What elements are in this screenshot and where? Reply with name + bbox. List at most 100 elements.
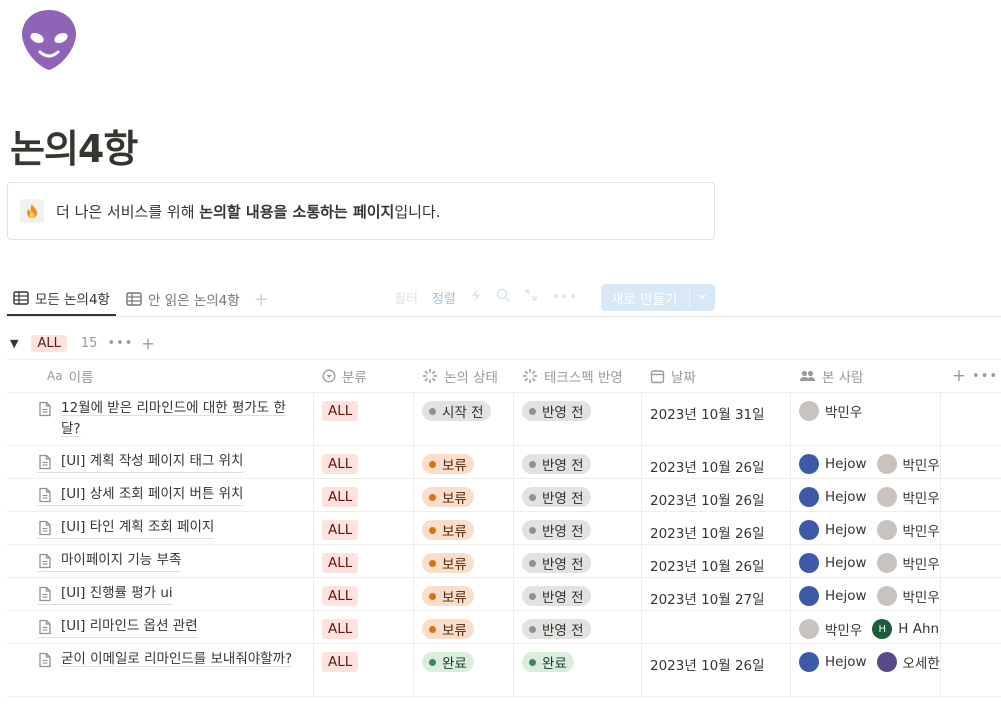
sort-button[interactable]: 정렬	[432, 288, 456, 307]
person-chip[interactable]: 박민우	[876, 553, 940, 573]
category-cell[interactable]: ALL	[314, 393, 414, 445]
page-link[interactable]: [UI] 진행률 평가 ui	[37, 583, 173, 605]
name-cell[interactable]: [UI] 계획 작성 페이지 태그 위치	[7, 446, 314, 478]
column-header-name[interactable]: Aa 이름	[7, 360, 314, 392]
tech-cell[interactable]: 반영 전	[514, 545, 642, 577]
group-label[interactable]: ALL	[31, 334, 67, 352]
seen-cell[interactable]: Hejow 오세한	[791, 644, 941, 696]
status-cell[interactable]: 보류	[414, 611, 514, 643]
tech-cell[interactable]: 반영 전	[514, 611, 642, 643]
category-cell[interactable]: ALL	[314, 545, 414, 577]
table-row[interactable]: 12월에 받은 리마인드에 대한 평가도 한 달? ALL 시작 전 반영 전 2023…	[7, 393, 1001, 446]
category-cell[interactable]: ALL	[314, 512, 414, 544]
name-cell[interactable]: 마이페이지 기능 부족	[7, 545, 314, 577]
category-cell[interactable]: ALL	[314, 611, 414, 643]
collapse-triangle-icon[interactable]: ▼	[10, 337, 18, 350]
group-more-icon[interactable]: •••	[107, 336, 133, 351]
tab-unread-discussions[interactable]: 안 읽은 논의4항	[120, 282, 246, 316]
status-cell[interactable]: 보류	[414, 545, 514, 577]
status-cell[interactable]: 보류	[414, 512, 514, 544]
person-chip[interactable]: Hejow	[799, 520, 867, 540]
category-cell[interactable]: ALL	[314, 479, 414, 511]
person-chip[interactable]: 박민우	[799, 619, 862, 639]
name-cell[interactable]: [UI] 타인 계획 조회 페이지	[7, 512, 314, 544]
category-cell[interactable]: ALL	[314, 578, 414, 610]
seen-cell[interactable]: Hejow 박민우	[791, 479, 941, 511]
table-row[interactable]: 마이페이지 기능 부족 ALL 보류 반영 전 2023년 10월 26일 Hejow 박민…	[7, 545, 1001, 578]
date-cell[interactable]: 2023년 10월 26일	[642, 479, 791, 511]
search-icon[interactable]	[496, 288, 510, 306]
person-chip[interactable]: Hejow	[799, 487, 867, 507]
table-row[interactable]: 굳이 이메일로 리마인드를 보내줘야할까? ALL 완료 완료 2023년 10월 26…	[7, 644, 1001, 697]
person-chip[interactable]: HH Ahn	[872, 619, 939, 639]
status-cell[interactable]: 보류	[414, 578, 514, 610]
status-cell[interactable]: 시작 전	[414, 393, 514, 445]
column-header-tech[interactable]: 테크스펙 반영	[514, 360, 642, 392]
tech-cell[interactable]: 반영 전	[514, 578, 642, 610]
category-cell[interactable]: ALL	[314, 644, 414, 696]
page-link[interactable]: 마이페이지 기능 부족	[37, 550, 182, 572]
seen-cell[interactable]: 박민우	[791, 393, 941, 445]
status-cell[interactable]: 보류	[414, 446, 514, 478]
table-row[interactable]: [UI] 타인 계획 조회 페이지 ALL 보류 반영 전 2023년 10월 26일 H…	[7, 512, 1001, 545]
person-chip[interactable]: 박민우	[799, 401, 862, 421]
date-cell[interactable]: 2023년 10월 31일	[642, 393, 791, 445]
person-chip[interactable]: Hejow	[799, 553, 867, 573]
group-add-button[interactable]: +	[141, 334, 154, 353]
more-options-icon[interactable]: •••	[552, 290, 578, 305]
tab-all-discussions[interactable]: 모든 논의4항	[7, 282, 116, 316]
page-link[interactable]: [UI] 상세 조회 페이지 버튼 위치	[37, 484, 244, 506]
seen-cell[interactable]: Hejow 박민우	[791, 545, 941, 577]
fire-icon[interactable]	[20, 199, 44, 223]
automation-icon[interactable]	[470, 288, 482, 306]
person-chip[interactable]: Hejow	[799, 586, 867, 606]
date-cell[interactable]: 2023년 10월 27일	[642, 578, 791, 610]
person-chip[interactable]: Hejow	[799, 652, 867, 672]
page-link[interactable]: 굳이 이메일로 리마인드를 보내줘야할까?	[37, 649, 292, 670]
category-cell[interactable]: ALL	[314, 446, 414, 478]
date-cell[interactable]: 2023년 10월 26일	[642, 446, 791, 478]
page-title[interactable]: 논의4항	[10, 118, 138, 173]
date-cell[interactable]: 2023년 10월 26일	[642, 644, 791, 696]
column-header-category[interactable]: 분류	[314, 360, 414, 392]
date-cell[interactable]	[642, 611, 791, 643]
column-header-status[interactable]: 논의 상태	[414, 360, 514, 392]
person-chip[interactable]: 박민우	[876, 586, 940, 606]
seen-cell[interactable]: Hejow 박민우	[791, 578, 941, 610]
status-cell[interactable]: 완료	[414, 644, 514, 696]
person-chip[interactable]: 박민우	[876, 520, 940, 540]
more-properties-icon[interactable]: •••	[972, 369, 998, 384]
page-link[interactable]: [UI] 리마인드 옵션 관련	[37, 616, 198, 638]
chevron-down-icon[interactable]	[697, 290, 707, 308]
name-cell[interactable]: [UI] 진행률 평가 ui	[7, 578, 314, 610]
person-chip[interactable]: 박민우	[876, 454, 940, 474]
table-row[interactable]: [UI] 진행률 평가 ui ALL 보류 반영 전 2023년 10월 27일 Hejo…	[7, 578, 1001, 611]
new-button[interactable]: 새로 만들기	[601, 284, 715, 311]
person-chip[interactable]: 박민우	[876, 487, 940, 507]
status-cell[interactable]: 보류	[414, 479, 514, 511]
column-header-seen[interactable]: 본 사람	[791, 360, 941, 392]
page-link[interactable]: [UI] 계획 작성 페이지 태그 위치	[37, 451, 244, 473]
person-chip[interactable]: Hejow	[799, 454, 867, 474]
table-row[interactable]: [UI] 리마인드 옵션 관련 ALL 보류 반영 전 박민우 H H Ahn	[7, 611, 1001, 644]
page-link[interactable]: [UI] 타인 계획 조회 페이지	[37, 517, 215, 539]
filter-button[interactable]: 필터	[394, 288, 418, 307]
tech-cell[interactable]: 반영 전	[514, 393, 642, 445]
tech-cell[interactable]: 반영 전	[514, 512, 642, 544]
name-cell[interactable]: 12월에 받은 리마인드에 대한 평가도 한 달?	[7, 393, 314, 445]
seen-cell[interactable]: Hejow 박민우	[791, 512, 941, 544]
seen-cell[interactable]: 박민우 H H Ahn	[791, 611, 941, 643]
add-view-button[interactable]: +	[246, 289, 277, 310]
expand-icon[interactable]	[524, 288, 538, 306]
name-cell[interactable]: [UI] 상세 조회 페이지 버튼 위치	[7, 479, 314, 511]
name-cell[interactable]: 굳이 이메일로 리마인드를 보내줘야할까?	[7, 644, 314, 696]
person-chip[interactable]: 오세한	[876, 652, 940, 672]
seen-cell[interactable]: Hejow 박민우	[791, 446, 941, 478]
table-row[interactable]: [UI] 상세 조회 페이지 버튼 위치 ALL 보류 반영 전 2023년 10월 2…	[7, 479, 1001, 512]
tech-cell[interactable]: 반영 전	[514, 446, 642, 478]
alien-icon[interactable]	[20, 8, 78, 72]
tech-cell[interactable]: 반영 전	[514, 479, 642, 511]
date-cell[interactable]: 2023년 10월 26일	[642, 545, 791, 577]
table-row[interactable]: [UI] 계획 작성 페이지 태그 위치 ALL 보류 반영 전 2023년 10월 2…	[7, 446, 1001, 479]
name-cell[interactable]: [UI] 리마인드 옵션 관련	[7, 611, 314, 643]
